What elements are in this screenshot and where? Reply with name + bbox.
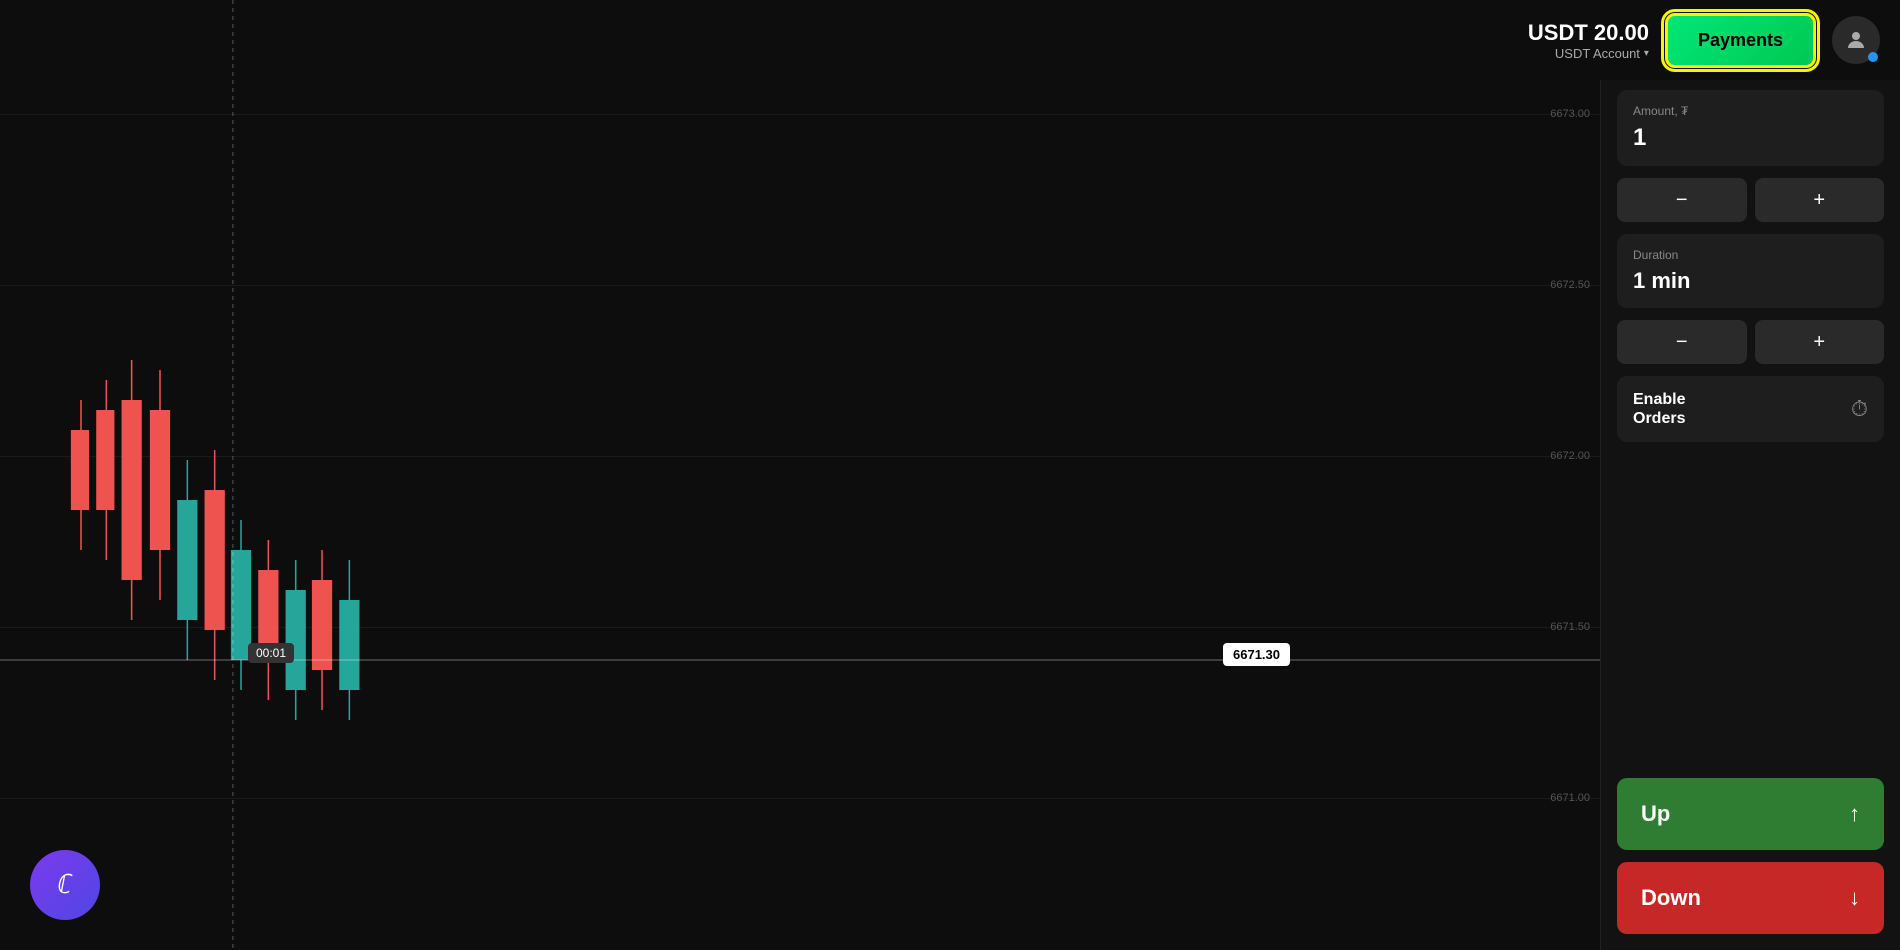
chart-area: 6673.00 6672.50 6672.00 6671.50 6671.00: [0, 0, 1600, 950]
candlestick-chart: [0, 0, 1600, 950]
duration-stepper-row: − +: [1617, 320, 1884, 364]
down-label: Down: [1641, 885, 1701, 911]
app-logo: ℂ: [30, 850, 100, 920]
account-type-selector[interactable]: USDT Account ▾: [1555, 46, 1649, 61]
sidebar-spacer: [1617, 454, 1884, 766]
sidebar: Amount, ₮ 1 − + Duration 1 min − + Enabl…: [1600, 0, 1900, 950]
clock-icon: ⏱: [1851, 396, 1868, 422]
up-arrow-icon: ↑: [1849, 801, 1860, 827]
down-arrow-icon: ↓: [1849, 885, 1860, 911]
avatar-button[interactable]: [1832, 16, 1880, 64]
down-button[interactable]: Down ↓: [1617, 862, 1884, 934]
enable-orders-box[interactable]: EnableOrders ⏱: [1617, 376, 1884, 442]
chevron-down-icon: ▾: [1644, 48, 1649, 59]
main-layout: 6673.00 6672.50 6672.00 6671.50 6671.00: [0, 0, 1900, 950]
time-label: 00:01: [248, 643, 294, 663]
user-icon: [1844, 28, 1868, 52]
duration-increase-button[interactable]: +: [1755, 320, 1885, 364]
account-type-label: USDT Account: [1555, 46, 1640, 61]
amount-increase-button[interactable]: +: [1755, 178, 1885, 222]
amount-value: 1: [1633, 124, 1868, 152]
duration-box: Duration 1 min: [1617, 234, 1884, 308]
header: USDT 20.00 USDT Account ▾ Payments: [1508, 0, 1900, 80]
payments-button[interactable]: Payments: [1665, 13, 1816, 68]
up-label: Up: [1641, 801, 1670, 827]
account-info: USDT 20.00 USDT Account ▾: [1528, 20, 1649, 61]
account-balance: USDT 20.00: [1528, 20, 1649, 46]
current-price-label: 6671.30: [1223, 643, 1290, 666]
up-button[interactable]: Up ↑: [1617, 778, 1884, 850]
duration-label: Duration: [1633, 248, 1868, 262]
duration-decrease-button[interactable]: −: [1617, 320, 1747, 364]
enable-orders-label: EnableOrders: [1633, 390, 1685, 428]
amount-box: Amount, ₮ 1: [1617, 90, 1884, 166]
amount-stepper-row: − +: [1617, 178, 1884, 222]
amount-decrease-button[interactable]: −: [1617, 178, 1747, 222]
duration-value: 1 min: [1633, 268, 1868, 294]
amount-label: Amount, ₮: [1633, 104, 1868, 118]
